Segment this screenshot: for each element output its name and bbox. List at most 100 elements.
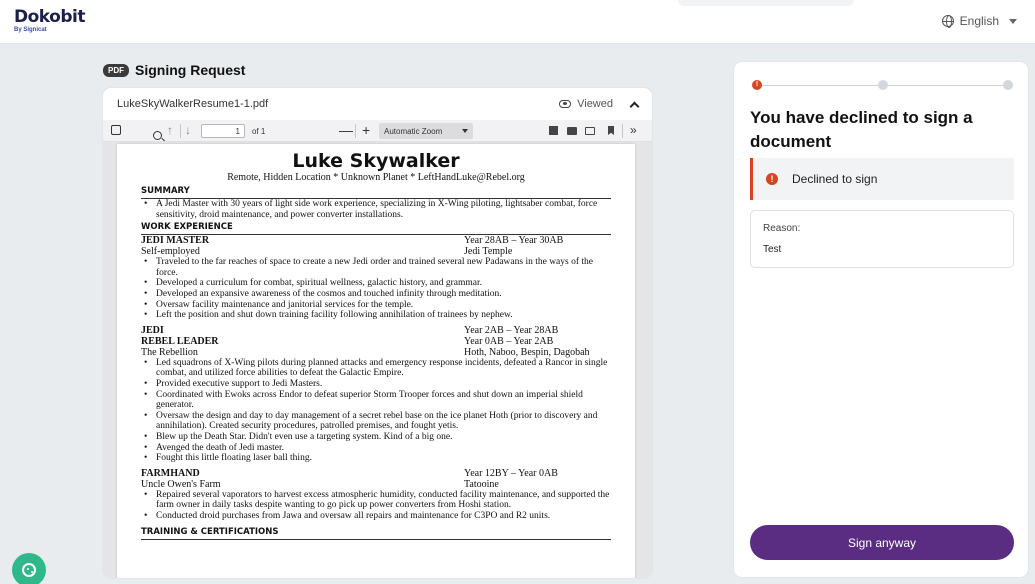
open-file-icon[interactable] — [585, 127, 595, 135]
step-error-icon: ! — [752, 80, 762, 90]
list-item: Provided executive support to Jedi Maste… — [141, 379, 611, 390]
tools-menu-button[interactable]: » — [630, 123, 637, 137]
job-title: FARMHAND — [141, 467, 200, 479]
panel-title: You have declined to sign a document — [750, 108, 973, 151]
section-heading-work: WORK EXPERIENCE — [141, 222, 611, 236]
step-pending — [1003, 80, 1013, 90]
list-item: Traveled to the far reaches of space to … — [141, 257, 611, 278]
job-row: JEDI MASTER Year 28AB – Year 30AB — [141, 235, 611, 246]
summary-list: A Jedi Master with 30 years of light sid… — [141, 199, 611, 220]
list-item: Developed a curriculum for combat, spiri… — [141, 278, 611, 289]
sidebar-toggle-icon[interactable] — [111, 125, 121, 135]
caret-down-icon — [1009, 18, 1017, 24]
language-selector[interactable]: English — [941, 14, 1017, 28]
logo-text: Dokobit — [14, 7, 85, 27]
reason-label: Reason: — [763, 223, 801, 234]
top-bar: Dokobit By Signicat English — [0, 0, 1035, 44]
list-item: Led squadrons of X-Wing pilots during pl… — [141, 358, 611, 379]
chevron-up-icon[interactable] — [629, 101, 640, 111]
declined-alert: ! Declined to sign — [750, 158, 1014, 200]
job-title: JEDI — [141, 324, 164, 336]
pdf-page: Luke Skywalker Remote, Hidden Location *… — [117, 144, 635, 578]
list-item: Coordinated with Ewoks across Endor to d… — [141, 390, 611, 411]
job-org: Uncle Owen's Farm — [141, 478, 221, 490]
list-item: Avenged the death of Jedi master. — [141, 443, 611, 454]
alert-icon: ! — [766, 173, 778, 185]
document-heading: PDF Signing Request — [103, 62, 245, 78]
resume-name: Luke Skywalker — [292, 150, 460, 172]
list-item: Developed an expansive awareness of the … — [141, 289, 611, 300]
status-panel: ! You have declined to sign a document !… — [734, 62, 1028, 577]
job-dates: Year 28AB – Year 30AB — [464, 235, 564, 247]
toolbar-divider — [180, 124, 181, 138]
page-title: Signing Request — [135, 62, 246, 78]
pdf-toolbar: ↑ ↓ 1 of 1 — + Automatic Zoom » — [103, 120, 652, 142]
progress-stepper: ! — [752, 79, 1014, 91]
previous-page-icon[interactable]: ↑ — [167, 124, 173, 136]
zoom-select[interactable]: Automatic Zoom — [379, 123, 473, 139]
step-connector — [888, 85, 1003, 86]
chevron-down-icon — [462, 129, 468, 133]
cookie-settings-button[interactable] — [12, 553, 46, 584]
presentation-mode-icon[interactable] — [549, 126, 558, 135]
section-heading-training: TRAINING & CERTIFICATIONS — [141, 527, 611, 541]
search-icon[interactable] — [153, 131, 162, 140]
cookie-icon — [22, 563, 36, 577]
viewed-label: Viewed — [577, 98, 613, 110]
zoom-select-value: Automatic Zoom — [384, 126, 443, 136]
job-org: The Rebellion — [141, 346, 198, 358]
top-decoration — [678, 0, 854, 6]
job-row: The Rebellion Hoth, Naboo, Bespin, Dagoba… — [141, 347, 611, 358]
toolbar-divider — [355, 124, 356, 138]
list-item: Oversaw the design and day to day manage… — [141, 411, 611, 432]
list-item: Oversaw facility maintenance and janitor… — [141, 300, 611, 311]
job-bullets: Traveled to the far reaches of space to … — [141, 257, 611, 321]
list-item: Blew up the Death Star. Didn't even use … — [141, 432, 611, 443]
job-place: Tatooine — [464, 478, 499, 490]
pdf-badge: PDF — [103, 63, 129, 77]
next-page-icon[interactable]: ↓ — [185, 124, 191, 136]
language-label: English — [959, 14, 999, 28]
resume-contact: Remote, Hidden Location * Unknown Planet… — [227, 172, 525, 183]
sign-anyway-button[interactable]: Sign anyway — [750, 525, 1014, 560]
print-icon[interactable] — [567, 127, 577, 135]
job-bullets: Led squadrons of X-Wing pilots during pl… — [141, 358, 611, 464]
globe-icon — [941, 15, 954, 28]
job-row: REBEL LEADER Year 0AB – Year 2AB — [141, 336, 611, 347]
zoom-out-button[interactable]: — — [339, 123, 353, 137]
job-title: REBEL LEADER — [141, 335, 219, 347]
job-row: JEDI Year 2AB – Year 28AB — [141, 325, 611, 336]
pdf-canvas[interactable]: Luke Skywalker Remote, Hidden Location *… — [103, 142, 652, 578]
list-item: Repaired several vaporators to harvest e… — [141, 490, 611, 511]
job-title: JEDI MASTER — [141, 235, 210, 247]
section-heading-summary: SUMMARY — [141, 186, 611, 199]
job-place: Hoth, Naboo, Bespin, Dagobah — [464, 346, 590, 358]
viewed-status: Viewed — [559, 98, 640, 111]
list-item: Fought this little floating laser ball t… — [141, 453, 611, 464]
reason-box: Reason: Test — [750, 210, 1014, 268]
toolbar-divider — [622, 124, 623, 138]
page-count: of 1 — [252, 127, 266, 136]
list-item: Conducted droid purchases from Jawa and … — [141, 511, 611, 522]
file-name: LukeSkyWalkerResume1-1.pdf — [117, 98, 269, 110]
job-place: Jedi Temple — [464, 246, 513, 258]
job-org: Self-employed — [141, 246, 200, 258]
list-item: A Jedi Master with 30 years of light sid… — [141, 199, 611, 220]
job-row: Uncle Owen's Farm Tatooine — [141, 479, 611, 490]
bookmark-icon[interactable] — [608, 126, 614, 135]
list-item: Left the position and shut down training… — [141, 310, 611, 321]
job-row: FARMHAND Year 12BY – Year 0AB — [141, 468, 611, 479]
step-connector — [762, 85, 878, 86]
zoom-in-button[interactable]: + — [362, 123, 370, 137]
step-pending — [878, 80, 888, 90]
reason-value: Test — [763, 244, 782, 255]
job-dates: Year 0AB – Year 2AB — [464, 335, 554, 347]
page-number-input[interactable]: 1 — [201, 124, 245, 138]
logo[interactable]: Dokobit By Signicat — [14, 7, 85, 34]
document-viewer: LukeSkyWalkerResume1-1.pdf Viewed ↑ ↓ 1 … — [103, 88, 652, 578]
viewer-header: LukeSkyWalkerResume1-1.pdf Viewed — [103, 88, 652, 120]
job-bullets: Repaired several vaporators to harvest e… — [141, 490, 611, 522]
job-dates: Year 2AB – Year 28AB — [464, 324, 559, 336]
declined-label: Declined to sign — [792, 172, 878, 186]
job-row: Self-employed Jedi Temple — [141, 246, 611, 257]
